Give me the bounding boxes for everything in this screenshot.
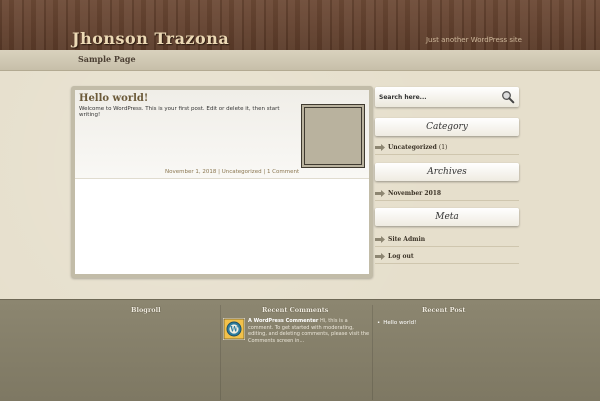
search-box (375, 87, 519, 107)
arrow-right-icon (375, 144, 385, 151)
widget-title-category: Category (375, 118, 519, 136)
recent-comment-author[interactable]: A WordPress Commenter (248, 318, 318, 324)
category-count: (1) (438, 144, 448, 151)
post-card: Hello world! Welcome to WordPress. This … (71, 86, 373, 278)
site-admin-link[interactable]: Site Admin (388, 233, 425, 246)
archive-link[interactable]: November 2018 (388, 187, 441, 200)
meta-item-site-admin[interactable]: Site Admin (375, 233, 519, 247)
site-footer (0, 299, 600, 401)
category-link[interactable]: Uncategorized (1) (388, 141, 447, 154)
meta-separator: | (218, 169, 220, 175)
arrow-right-icon (375, 253, 385, 260)
category-item-uncategorized[interactable]: Uncategorized (1) (375, 141, 519, 155)
post-title[interactable]: Hello world! (79, 93, 148, 104)
log-out-link[interactable]: Log out (388, 250, 414, 263)
arrow-right-icon (375, 190, 385, 197)
footer-heading-blogroll: Blogroll (131, 306, 161, 314)
nav-item-sample-page[interactable]: Sample Page (78, 54, 136, 64)
post-thumbnail[interactable] (301, 104, 365, 168)
footer-heading-recent-post: Recent Post (422, 306, 466, 314)
footer-heading-recent-comments: Recent Comments (262, 306, 329, 314)
recent-post-link[interactable]: Hello world! (383, 320, 416, 326)
footer-divider (220, 305, 221, 400)
site-title[interactable]: Jhonson Trazona (72, 29, 229, 48)
post-meta: November 1, 2018 | Uncategorized | 1 Com… (165, 169, 299, 175)
widget-title-archives: Archives (375, 163, 519, 181)
bullet-icon: • (377, 320, 381, 326)
category-label: Uncategorized (388, 144, 437, 151)
post-comments-link[interactable]: 1 Comment (267, 169, 299, 175)
post-date-link[interactable]: November 1, 2018 (165, 169, 216, 175)
post-header: Hello world! Welcome to WordPress. This … (75, 90, 369, 179)
search-input[interactable] (379, 91, 497, 103)
footer-divider (372, 305, 373, 400)
widget-title-meta: Meta (375, 208, 519, 226)
archive-item-november-2018[interactable]: November 2018 (375, 187, 519, 201)
svg-text:W: W (229, 325, 238, 334)
recent-comment-text: A WordPress Commenter Hi, this is a comm… (248, 318, 370, 344)
post-excerpt: Welcome to WordPress. This is your first… (79, 106, 280, 118)
meta-item-log-out[interactable]: Log out (375, 250, 519, 264)
recent-post-item: • Hello world! (377, 320, 416, 326)
search-icon[interactable] (501, 90, 515, 104)
wordpress-avatar-icon: W (223, 318, 245, 340)
post-inner: Hello world! Welcome to WordPress. This … (75, 90, 369, 274)
site-tagline: Just another WordPress site (425, 36, 522, 44)
arrow-right-icon (375, 236, 385, 243)
post-category-link[interactable]: Uncategorized (222, 169, 262, 175)
meta-separator: | (263, 169, 266, 175)
